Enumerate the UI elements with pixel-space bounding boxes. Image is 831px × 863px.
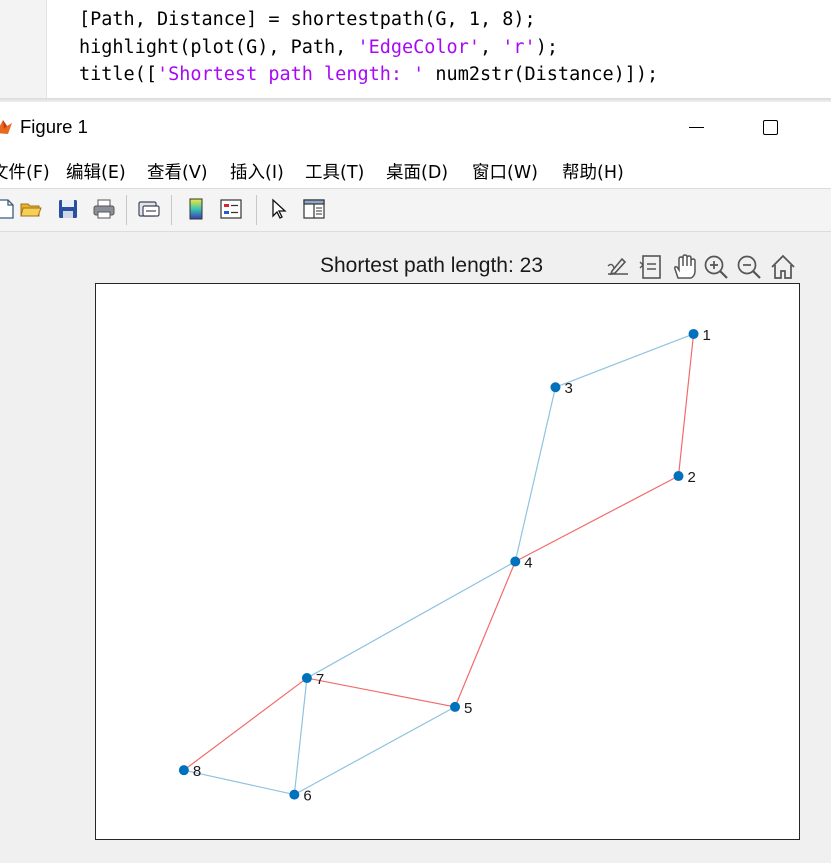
graph-node-4 — [510, 556, 521, 567]
code-text: title([ — [79, 64, 157, 85]
new-file-icon[interactable] — [0, 197, 18, 221]
code-text: ); — [535, 36, 558, 58]
code-string: 'EdgeColor' — [357, 36, 480, 58]
code-text: highlight(plot(G), Path, — [79, 36, 358, 58]
menu-view[interactable]: 查看(V) — [147, 159, 208, 184]
graph-plot: 1 2 3 4 5 6 7 8 — [178, 327, 711, 805]
menu-tools[interactable]: 工具(T) — [305, 159, 364, 184]
code-string: 'Shortest path length: ' — [156, 64, 425, 85]
figure-window: Figure 1 文件(F) 编辑(E) 查看(V) 插入(I) 工具(T) 桌… — [0, 102, 831, 863]
code-text: , — [479, 36, 503, 58]
menu-bar: 文件(F) 编辑(E) 查看(V) 插入(I) 工具(T) 桌面(D) 窗口(W… — [0, 152, 831, 188]
graph-edge-2-4 — [515, 475, 679, 563]
toolbar-separator — [171, 195, 172, 225]
code-line: [Path, Distance] = shortestpath(G, 1, 8)… — [79, 6, 658, 34]
pointer-icon[interactable] — [267, 197, 291, 221]
node-label-1: 1 — [703, 327, 711, 344]
menu-insert[interactable]: 插入(I) — [230, 159, 284, 184]
code-text: num2str(Distance)]); — [424, 64, 659, 85]
menu-help[interactable]: 帮助(H) — [562, 159, 624, 184]
graph-edge-3-4 — [514, 387, 557, 562]
minimize-button[interactable] — [676, 110, 716, 144]
maximize-button[interactable] — [750, 110, 790, 144]
title-bar[interactable]: Figure 1 — [0, 102, 831, 152]
editor-gutter — [0, 0, 47, 98]
node-label-2: 2 — [687, 469, 695, 486]
graph-edge-4-5 — [454, 561, 516, 708]
code-editor[interactable]: [Path, Distance] = shortestpath(G, 1, 8)… — [0, 0, 831, 98]
graph-edge-7-8 — [183, 677, 308, 771]
node-label-3: 3 — [564, 380, 572, 397]
node-label-5: 5 — [464, 700, 472, 717]
menu-window[interactable]: 窗口(W) — [472, 159, 538, 184]
node-label-8: 8 — [193, 763, 201, 780]
code-string: 'r' — [502, 36, 536, 58]
menu-edit[interactable]: 编辑(E) — [66, 159, 126, 184]
property-inspector-icon[interactable] — [302, 197, 326, 221]
save-icon[interactable] — [56, 197, 80, 221]
home-icon[interactable] — [769, 252, 797, 282]
graph-edge-1-3 — [555, 333, 694, 388]
legend-icon[interactable] — [219, 197, 243, 221]
graph-edge-7-5 — [306, 677, 456, 708]
toolbar-separator — [256, 195, 257, 225]
figure-toolbar — [0, 188, 831, 232]
link-figure-icon[interactable] — [137, 197, 161, 221]
axes-title: Shortest path length: 23 — [320, 254, 543, 277]
graph-node-7 — [301, 673, 312, 684]
code-line: title(['Shortest path length: ' num2str(… — [79, 61, 658, 89]
menu-file[interactable]: 文件(F) — [0, 159, 50, 184]
node-label-6: 6 — [303, 788, 311, 805]
node-label-7: 7 — [316, 671, 324, 688]
matlab-icon — [0, 120, 12, 134]
graph-node-8 — [178, 765, 189, 776]
zoom-out-icon[interactable] — [735, 252, 763, 282]
window-title: Figure 1 — [20, 116, 88, 137]
graph-edge-5-6 — [294, 706, 456, 796]
graph-node-1 — [688, 328, 699, 339]
graph-node-5 — [450, 701, 461, 712]
graph-node-6 — [289, 789, 300, 800]
axes-toolbar — [604, 252, 804, 284]
graph-edge-1-2 — [677, 333, 695, 477]
code-line: highlight(plot(G), Path, 'EdgeColor', 'r… — [79, 34, 658, 62]
edit-plot-icon[interactable] — [604, 252, 632, 282]
data-tips-icon[interactable] — [638, 252, 666, 282]
graph-node-3 — [550, 382, 561, 393]
code-block[interactable]: [Path, Distance] = shortestpath(G, 1, 8)… — [79, 6, 658, 89]
code-text: [Path, Distance] = shortestpath(G, 1, 8)… — [79, 9, 536, 30]
pan-icon[interactable] — [670, 252, 698, 282]
node-label-4: 4 — [524, 555, 532, 572]
open-folder-icon[interactable] — [19, 197, 43, 221]
menu-desktop[interactable]: 桌面(D) — [386, 159, 448, 184]
graph-edge-4-7 — [306, 560, 516, 679]
plot-axes[interactable]: 1 2 3 4 5 6 7 8 — [95, 283, 800, 840]
print-icon[interactable] — [92, 197, 116, 221]
toolbar-separator — [126, 195, 127, 225]
graph-node-2 — [673, 471, 684, 482]
graph-edge-7-6 — [293, 677, 308, 795]
colorbar-icon[interactable] — [184, 197, 208, 221]
zoom-in-icon[interactable] — [702, 252, 730, 282]
